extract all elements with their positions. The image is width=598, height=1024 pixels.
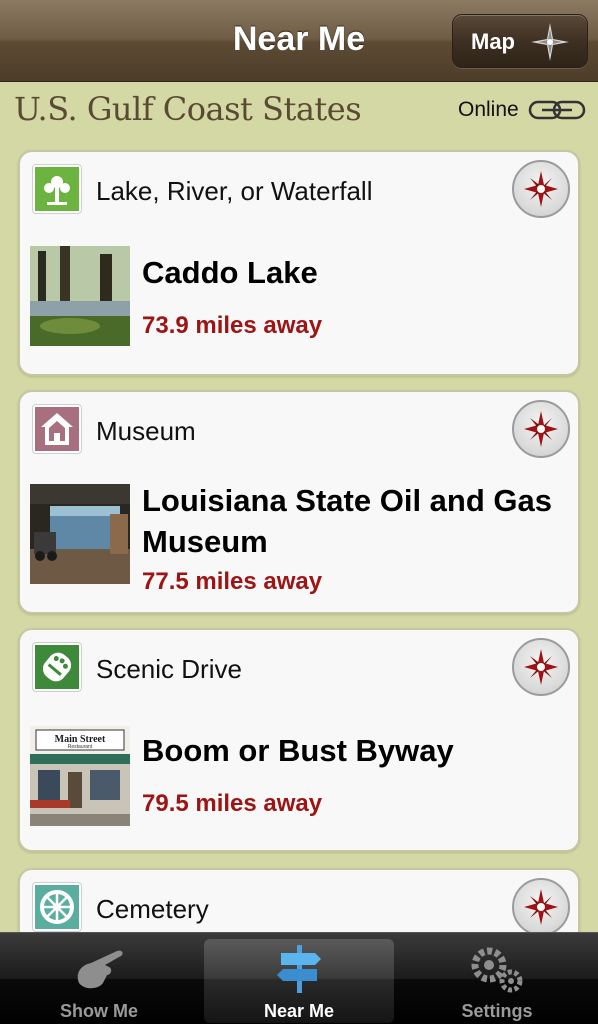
place-name: Caddo Lake (142, 255, 318, 290)
tab-label: Near Me (263, 1001, 335, 1021)
footprint-icon (32, 642, 82, 692)
place-thumbnail (30, 484, 130, 584)
tab-show-me[interactable]: Show Me (4, 933, 194, 1024)
compass-icon (524, 171, 558, 207)
category-label: Lake, River, or Waterfall (96, 176, 373, 206)
place-card[interactable]: Scenic Drive Main Street Restaurant Boom… (18, 628, 580, 852)
wreath-icon (32, 882, 82, 932)
sign-subtext: Restaurant (68, 744, 93, 750)
place-name: Louisiana State Oil and Gas Museum (142, 483, 552, 559)
distance-label: 73.9 miles away (142, 312, 323, 339)
link-icon[interactable] (528, 100, 586, 120)
map-button-label: Map (471, 29, 515, 54)
place-card[interactable]: Museum Louisiana State Oil and Gas Museu… (18, 390, 580, 614)
compass-button[interactable] (512, 878, 570, 936)
compass-button[interactable] (512, 638, 570, 696)
category-label: Museum (96, 416, 196, 446)
tab-label: Show Me (59, 1001, 138, 1021)
place-thumbnail: Main Street Restaurant (30, 726, 130, 826)
tab-settings[interactable]: Settings (402, 933, 592, 1024)
compass-button[interactable] (512, 400, 570, 458)
gears-icon (471, 947, 523, 993)
distance-label: 79.5 miles away (142, 790, 323, 817)
compass-icon (524, 411, 558, 447)
place-name: Boom or Bust Byway (142, 733, 454, 768)
tree-icon (32, 164, 82, 214)
category-label: Scenic Drive (96, 654, 242, 684)
map-button[interactable]: Map (452, 14, 588, 68)
distance-label: 77.5 miles away (142, 568, 323, 595)
region-title: U.S. Gulf Coast States (14, 90, 362, 128)
place-thumbnail (30, 246, 130, 346)
pointing-hand-icon (77, 950, 123, 989)
place-card[interactable]: Lake, River, or Waterfall Caddo Lake 73.… (18, 150, 580, 376)
navigation-bar: Near Me Map (0, 0, 598, 82)
tab-bar: Show Me Near Me Settings (0, 932, 598, 1024)
online-status-label: Online (458, 98, 519, 121)
compass-icon (524, 649, 558, 685)
compass-icon (524, 889, 558, 925)
house-icon (32, 404, 82, 454)
category-label: Cemetery (96, 894, 209, 924)
tab-label: Settings (461, 1001, 533, 1021)
compass-star-icon (531, 23, 569, 61)
tab-near-me[interactable]: Near Me (204, 939, 394, 1023)
compass-button[interactable] (512, 160, 570, 218)
signpost-icon (277, 945, 321, 993)
